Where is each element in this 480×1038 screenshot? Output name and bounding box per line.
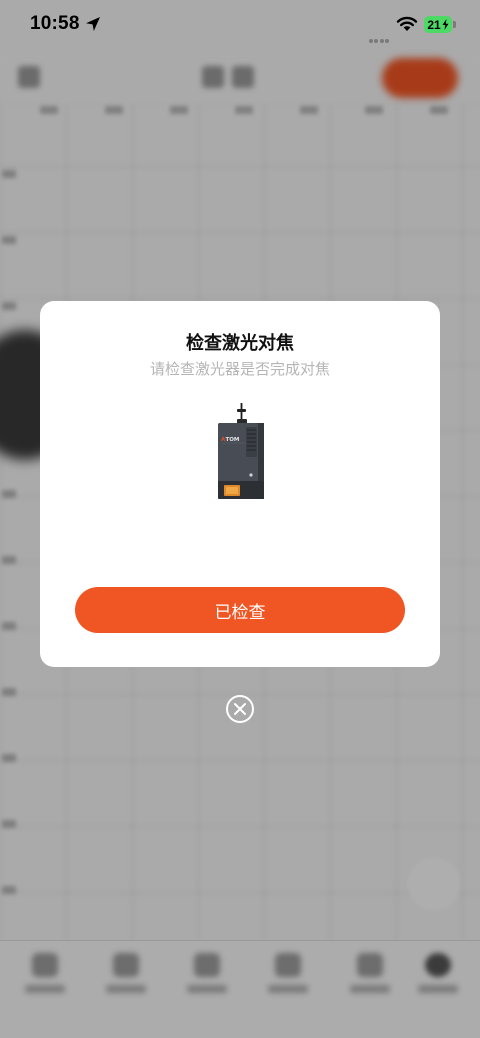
cellular-signal-icon (369, 28, 391, 43)
wifi-icon (396, 16, 418, 31)
battery-level: 21 (427, 17, 441, 32)
battery-indicator: 21 (424, 16, 452, 33)
dialog-subtitle: 请检查激光器是否完成对焦 (149, 360, 330, 378)
status-time: 10:58 (30, 13, 80, 34)
laser-module-image: A TOM (218, 403, 264, 499)
charging-bolt-icon (442, 19, 449, 30)
battery-cap (453, 21, 456, 28)
status-bar: 10:58 21 (0, 0, 480, 50)
svg-text:TOM: TOM (226, 437, 240, 443)
close-circle-icon[interactable] (225, 694, 255, 724)
focus-check-dialog: 检查激光对焦 请检查激光器是否完成对焦 A TOM 已检查 (40, 301, 440, 667)
confirm-checked-button[interactable]: 已检查 (75, 587, 405, 633)
dialog-title: 检查激光对焦 (186, 333, 294, 354)
location-arrow-icon (86, 17, 100, 31)
